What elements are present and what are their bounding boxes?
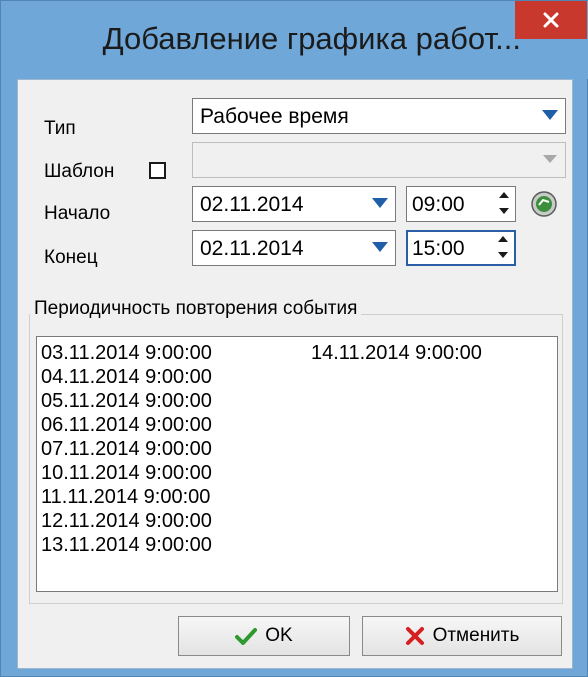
start-date-value: 02.11.2014 (200, 193, 304, 216)
spin-down-icon[interactable] (495, 204, 513, 218)
ok-button[interactable]: OK (178, 616, 350, 656)
list-item[interactable]: 06.11.2014 9:00:00 (41, 413, 212, 437)
spin-down-icon[interactable] (494, 248, 512, 262)
start-time-value: 09:00 (412, 193, 465, 216)
end-time-spinner[interactable]: 15:00 (406, 230, 516, 266)
recurrence-list[interactable]: 03.11.2014 9:00:00 04.11.2014 9:00:00 05… (36, 336, 558, 592)
chevron-down-icon[interactable] (537, 102, 563, 128)
type-label: Тип (44, 118, 76, 139)
list-item[interactable]: 03.11.2014 9:00:00 (41, 341, 212, 365)
chevron-down-icon[interactable] (367, 234, 393, 260)
end-date-value: 02.11.2014 (200, 237, 304, 260)
title-bar[interactable]: Добавление графика работ... (1, 1, 588, 79)
checkmark-icon (235, 627, 258, 645)
red-x-icon (405, 626, 425, 646)
close-button[interactable] (515, 1, 587, 39)
spin-up-icon[interactable] (494, 232, 512, 246)
cancel-button[interactable]: Отменить (362, 616, 562, 656)
recurrence-group-title: Периодичность повторения события (30, 298, 362, 320)
template-dropdown[interactable] (192, 142, 566, 178)
end-time-value: 15:00 (412, 237, 465, 260)
cancel-label: Отменить (432, 625, 520, 646)
dialog-window: Добавление графика работ... Тип Рабочее … (0, 0, 588, 677)
list-item[interactable]: 12.11.2014 9:00:00 (41, 509, 212, 533)
clock-refresh-icon[interactable] (530, 190, 558, 218)
dialog-body: Тип Рабочее время Шаблон Начало 02.11.20… (17, 79, 573, 669)
window-title: Добавление графика работ... (102, 21, 521, 56)
recurrence-column-1: 03.11.2014 9:00:00 04.11.2014 9:00:00 05… (41, 341, 212, 557)
list-item[interactable]: 04.11.2014 9:00:00 (41, 365, 212, 389)
template-label: Шаблон (44, 161, 115, 182)
list-item[interactable]: 13.11.2014 9:00:00 (41, 533, 212, 557)
chevron-down-icon (537, 146, 563, 172)
list-item[interactable]: 14.11.2014 9:00:00 (311, 341, 482, 365)
recurrence-column-2: 14.11.2014 9:00:00 (311, 341, 482, 365)
close-icon (543, 12, 559, 28)
type-value: Рабочее время (200, 105, 349, 128)
start-date-picker[interactable]: 02.11.2014 (192, 186, 396, 222)
end-label: Конец (44, 247, 98, 268)
template-checkbox[interactable] (149, 162, 166, 179)
list-item[interactable]: 11.11.2014 9:00:00 (41, 485, 212, 509)
type-dropdown[interactable]: Рабочее время (192, 98, 566, 134)
start-time-spinner[interactable]: 09:00 (406, 186, 516, 222)
start-label: Начало (44, 203, 111, 224)
list-item[interactable]: 07.11.2014 9:00:00 (41, 437, 212, 461)
list-item[interactable]: 10.11.2014 9:00:00 (41, 461, 212, 485)
ok-label: OK (265, 625, 293, 646)
list-item[interactable]: 05.11.2014 9:00:00 (41, 389, 212, 413)
spin-up-icon[interactable] (495, 188, 513, 202)
chevron-down-icon[interactable] (367, 190, 393, 216)
end-date-picker[interactable]: 02.11.2014 (192, 230, 396, 266)
